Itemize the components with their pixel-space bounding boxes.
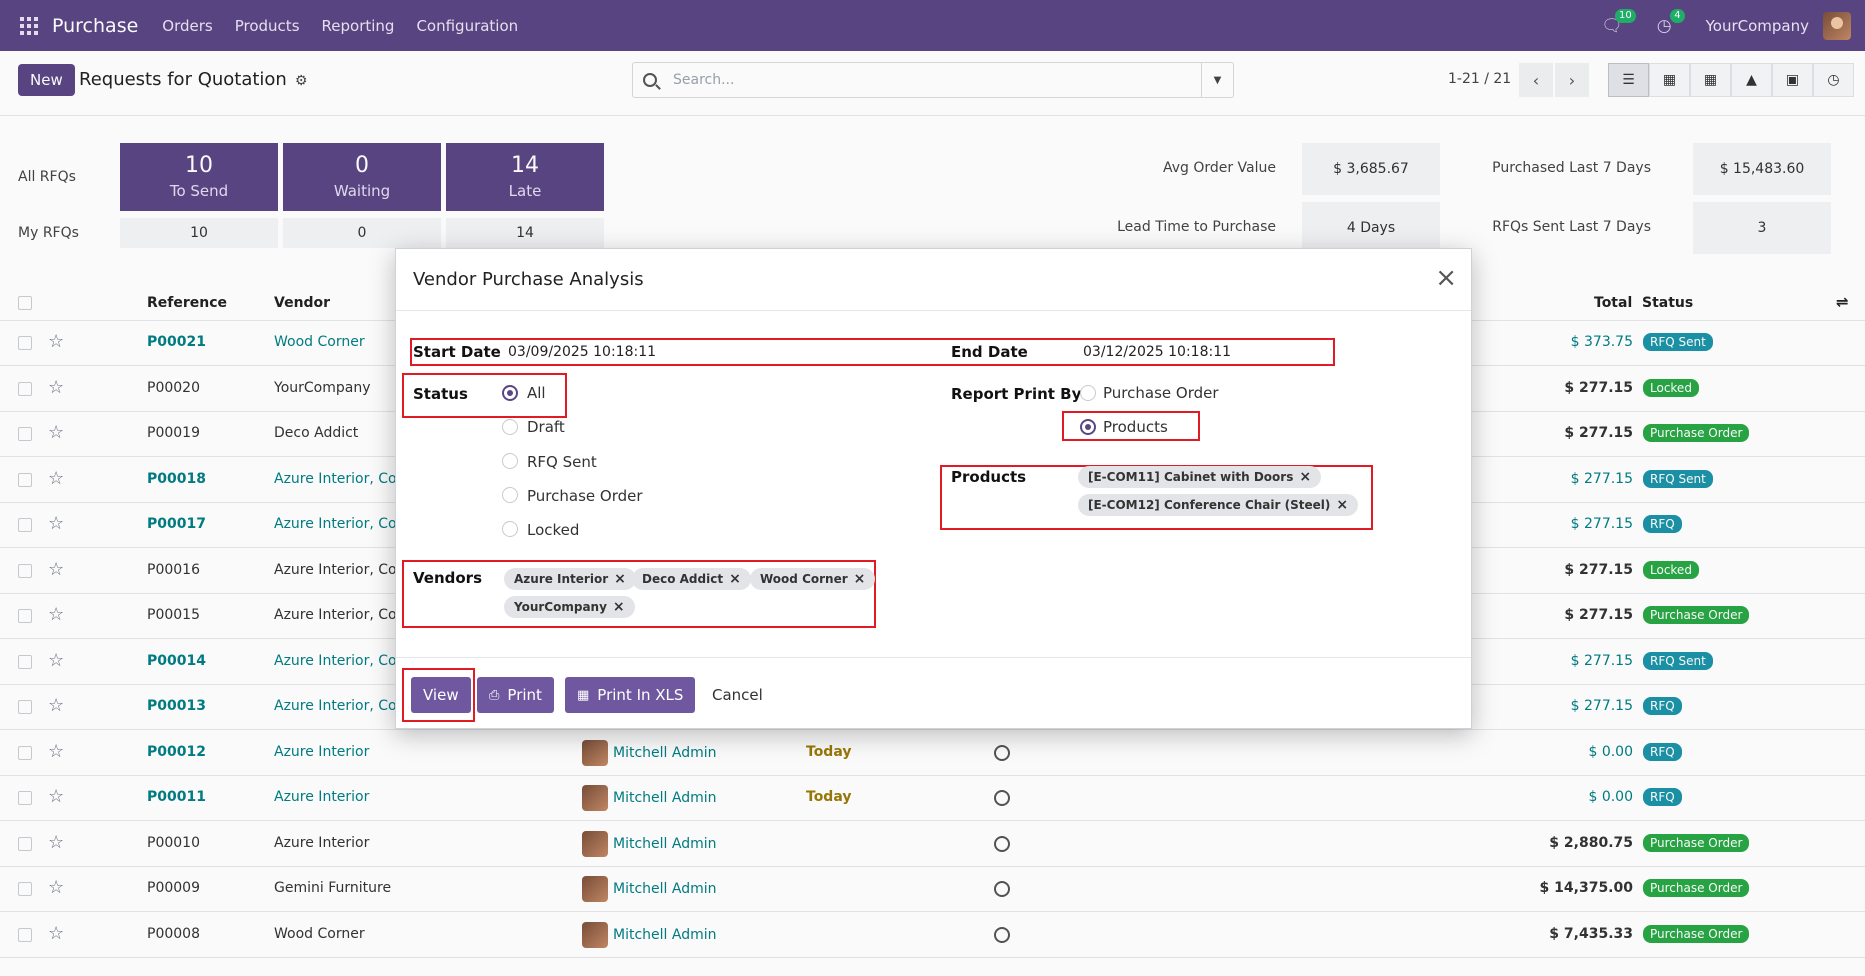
cancel-button[interactable]: Cancel xyxy=(712,686,763,704)
print-button[interactable]: ⎙ Print xyxy=(477,677,554,713)
remove-tag-icon[interactable]: × xyxy=(614,571,626,587)
vendors-label: Vendors xyxy=(413,569,483,587)
print-button-label: Print xyxy=(507,686,542,704)
excel-file-icon: ▦ xyxy=(577,687,590,703)
end-date-label: End Date xyxy=(951,343,1028,361)
vendor-tag-text: Deco Addict xyxy=(642,572,724,586)
printer-icon: ⎙ xyxy=(489,687,500,703)
start-date-label: Start Date xyxy=(413,343,501,361)
vendor-tag: Azure Interior × xyxy=(504,568,636,590)
products-label: Products xyxy=(951,468,1027,486)
vendor-tag: Deco Addict × xyxy=(632,568,751,590)
product-tag-text: [E-COM12] Conference Chair (Steel) xyxy=(1088,498,1331,512)
dialog-footer: View ⎙ Print ▦ Print In XLS Cancel xyxy=(396,657,1471,729)
print-by-purchase-order-radio[interactable] xyxy=(1080,385,1096,401)
product-tag: [E-COM12] Conference Chair (Steel) × xyxy=(1078,494,1359,516)
status-label: Status xyxy=(413,385,468,403)
vendor-tag-text: Wood Corner xyxy=(760,572,848,586)
remove-tag-icon[interactable]: × xyxy=(613,599,625,615)
status-purchase-order-label[interactable]: Purchase Order xyxy=(527,487,643,505)
product-tag: [E-COM11] Cabinet with Doors × xyxy=(1078,466,1322,488)
status-locked-label[interactable]: Locked xyxy=(527,521,579,539)
end-date-input[interactable]: 03/12/2025 10:18:11 xyxy=(1083,344,1231,360)
close-icon[interactable]: × xyxy=(1435,265,1457,291)
vendor-tag-text: Azure Interior xyxy=(514,572,609,586)
vendor-tag-text: YourCompany xyxy=(514,600,607,614)
view-button[interactable]: View xyxy=(411,677,471,713)
print-xls-button[interactable]: ▦ Print In XLS xyxy=(565,677,696,713)
status-all-label[interactable]: All xyxy=(527,384,546,402)
status-purchase-order-radio[interactable] xyxy=(502,487,518,503)
status-rfq-sent-radio[interactable] xyxy=(502,453,518,469)
print-by-products-radio[interactable] xyxy=(1080,419,1096,435)
dialog-title: Vendor Purchase Analysis xyxy=(413,269,644,290)
vendor-tag: Wood Corner × xyxy=(750,568,876,590)
product-tag-text: [E-COM11] Cabinet with Doors xyxy=(1088,470,1294,484)
status-draft-radio[interactable] xyxy=(502,419,518,435)
print-by-label: Report Print By xyxy=(951,385,1082,403)
status-rfq-sent-label[interactable]: RFQ Sent xyxy=(527,453,597,471)
status-draft-label[interactable]: Draft xyxy=(527,418,565,436)
print-xls-button-label: Print In XLS xyxy=(597,686,684,704)
remove-tag-icon[interactable]: × xyxy=(1299,469,1311,485)
remove-tag-icon[interactable]: × xyxy=(729,571,741,587)
print-by-purchase-order-label[interactable]: Purchase Order xyxy=(1103,384,1219,402)
vendor-tag: YourCompany × xyxy=(504,596,635,618)
start-date-input[interactable]: 03/09/2025 10:18:11 xyxy=(508,344,656,360)
remove-tag-icon[interactable]: × xyxy=(1336,497,1348,513)
status-all-radio[interactable] xyxy=(502,385,518,401)
vendor-purchase-analysis-dialog: Vendor Purchase Analysis × Start Date 03… xyxy=(395,248,1472,729)
print-by-products-label[interactable]: Products xyxy=(1103,418,1168,436)
remove-tag-icon[interactable]: × xyxy=(854,571,866,587)
status-locked-radio[interactable] xyxy=(502,521,518,537)
